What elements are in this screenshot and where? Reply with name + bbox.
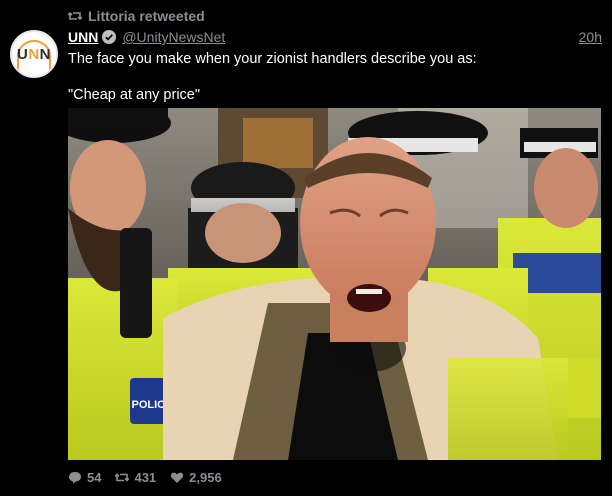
tweet: Littoria retweeted UNN UNN @UnityNewsNet… [0,0,612,496]
tweet-actions: 54 431 2,956 [68,470,222,485]
tweet-header: UNN @UnityNewsNet 20h [68,29,602,45]
tweet-text-line-1: The face you make when your zionist hand… [68,51,477,67]
tweet-text-line-2: "Cheap at any price" [68,87,201,103]
reply-button[interactable]: 54 [68,470,101,485]
reply-icon [69,472,81,484]
display-name[interactable]: UNN [68,29,98,45]
heart-icon [171,472,184,483]
reply-count: 54 [87,470,102,485]
like-button[interactable]: 2,956 [170,470,222,485]
user-handle[interactable]: @UnityNewsNet [122,29,225,45]
retweet-button[interactable]: 431 [115,470,156,485]
officer-foreground-right [448,358,568,460]
retweet-icon [115,473,130,482]
retweet-text: Littoria retweeted [88,8,205,24]
retweet-context[interactable]: Littoria retweeted [68,8,205,24]
avatar[interactable]: UNN [10,30,58,78]
retweet-count: 431 [134,470,157,485]
unn-logo: UNN [16,45,52,63]
like-count: 2,956 [189,470,222,485]
verified-badge-icon [102,30,117,44]
retweet-icon [68,11,82,21]
tweet-photo[interactable]: POLICE [68,108,601,460]
timestamp[interactable]: 20h [579,29,602,45]
